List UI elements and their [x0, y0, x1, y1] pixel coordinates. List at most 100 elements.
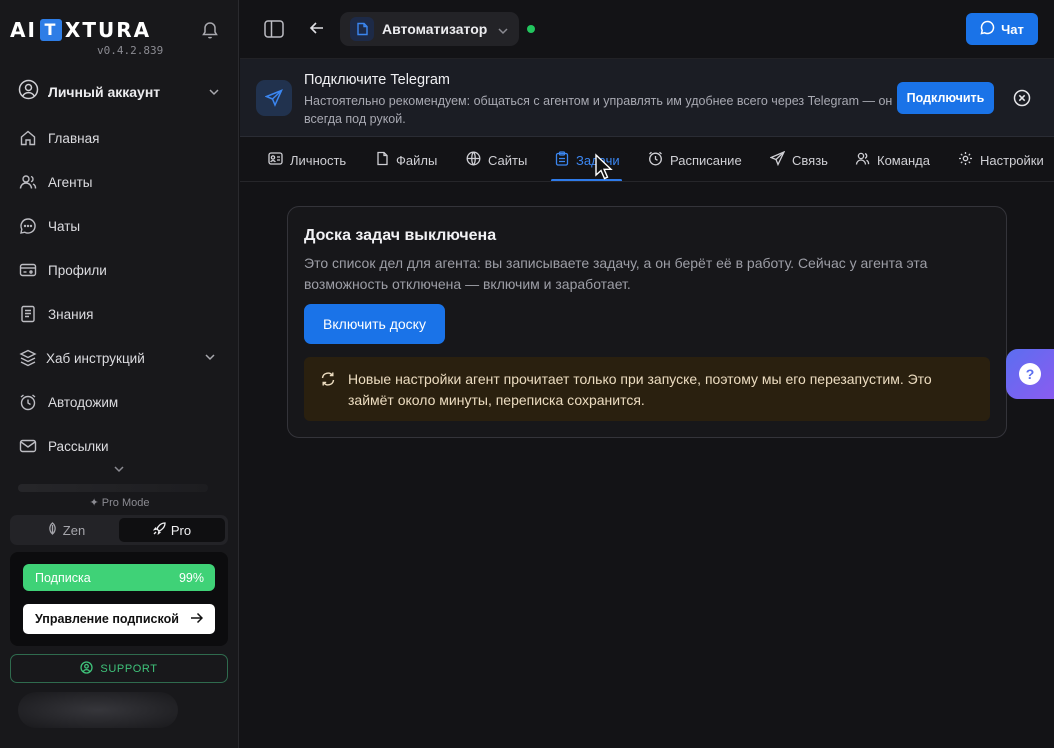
sidebar-item-knowledge[interactable]: Знания	[18, 302, 224, 326]
tab-label: Связь	[792, 152, 828, 168]
app-version: v0.4.2.839	[97, 44, 164, 57]
pro-mode-caption: ✦ Pro Mode	[0, 496, 239, 509]
persona-icon	[268, 152, 283, 168]
alarm-clock-icon	[18, 392, 38, 412]
chevron-down-icon	[497, 24, 509, 42]
scroll-down-chevron-icon[interactable]	[113, 462, 125, 480]
telegram-send-icon	[256, 80, 292, 116]
user-circle-icon	[18, 79, 39, 105]
tab-label: Файлы	[396, 152, 438, 168]
back-arrow-icon[interactable]	[309, 20, 325, 41]
sidebar-item-chats[interactable]: Чаты	[18, 214, 224, 238]
logo-text-right: XTURA	[64, 18, 152, 42]
sidebar-item-agents[interactable]: Агенты	[18, 170, 224, 194]
tab-schedule[interactable]: Расписание	[648, 149, 742, 171]
online-status-dot	[527, 25, 535, 33]
chat-bubble-icon	[980, 20, 995, 38]
account-selector[interactable]: Личный аккаунт	[18, 79, 224, 105]
subscription-card: Подписка 99% Управление подпиской	[10, 552, 228, 646]
sidebar-item-label: Агенты	[48, 174, 93, 190]
sidebar-item-label: Профили	[48, 262, 107, 278]
mouse-cursor-icon	[594, 153, 614, 186]
sidebar-item-label: Автодожим	[48, 394, 119, 410]
manage-subscription-label: Управление подпиской	[35, 612, 179, 626]
logo-t-box: T	[39, 19, 62, 41]
rocket-icon: ✦	[89, 497, 99, 509]
mode-pro-label: Pro	[170, 522, 192, 538]
chat-button[interactable]: Чат	[966, 13, 1038, 45]
support-button[interactable]: SUPPORT	[10, 654, 228, 683]
agent-file-icon	[350, 17, 374, 41]
mode-zen-label: Zen	[62, 522, 86, 538]
clock-icon	[648, 151, 663, 169]
tab-personality[interactable]: Личность	[268, 149, 346, 171]
mail-icon	[18, 436, 38, 456]
subscription-progress: Подписка 99%	[23, 564, 215, 591]
mode-pro-button[interactable]: Pro	[119, 518, 225, 542]
task-board-disabled-card: Доска задач выключена Это список дел для…	[287, 206, 1007, 438]
telegram-banner: Подключите Telegram Настоятельно рекомен…	[240, 59, 1054, 137]
pro-mode-label: Pro Mode	[101, 497, 150, 509]
tab-team[interactable]: Команда	[855, 149, 930, 171]
mode-zen-button[interactable]: Zen	[13, 518, 119, 542]
help-button[interactable]: ?	[1006, 349, 1054, 399]
topbar: Автоматизатор Чат	[240, 0, 1054, 59]
tab-label: Личность	[290, 152, 347, 168]
sidebar-item-profiles[interactable]: Профили	[18, 258, 224, 282]
tab-label: Настройки	[980, 152, 1044, 168]
support-label: SUPPORT	[100, 662, 158, 675]
sidebar-item-instructions-hub[interactable]: Хаб инструкций	[18, 346, 224, 370]
restart-notice-text: Новые настройки агент прочитает только п…	[348, 371, 932, 408]
tab-label: Команда	[877, 152, 930, 168]
support-icon	[80, 660, 94, 677]
agent-tabs: Личность Файлы Сайты Задачи Расписание С…	[240, 137, 1054, 182]
agent-name: Автоматизатор	[382, 21, 488, 37]
sidebar: AI T XTURA v0.4.2.839 Личный аккаунт Главн…	[0, 0, 239, 748]
restart-notice: Новые настройки агент прочитает только п…	[304, 357, 990, 421]
tab-settings[interactable]: Настройки	[958, 149, 1044, 171]
chevron-down-icon	[204, 351, 216, 366]
sidebar-item-label: Хаб инструкций	[46, 350, 145, 366]
sidebar-item-autofollowup[interactable]: Автодожим	[18, 390, 224, 414]
arrow-right-icon	[190, 612, 204, 627]
blurred-user-info[interactable]	[18, 692, 178, 728]
manage-subscription-button[interactable]: Управление подпиской	[23, 604, 215, 634]
tab-sites[interactable]: Сайты	[466, 149, 527, 171]
card-description: Это список дел для агента: вы записывает…	[304, 255, 928, 292]
account-label: Личный аккаунт	[48, 84, 161, 100]
sidebar-item-mailings[interactable]: Рассылки	[18, 434, 224, 458]
tab-label: Расписание	[670, 152, 742, 168]
chat-bubble-icon	[18, 216, 38, 236]
logo[interactable]: AI T XTURA	[10, 18, 151, 42]
connect-telegram-button[interactable]: Подключить	[897, 82, 994, 114]
chat-button-label: Чат	[1001, 21, 1024, 37]
app-root: AI T XTURA v0.4.2.839 Личный аккаунт Главн…	[0, 0, 1054, 748]
chevron-down-icon	[208, 85, 220, 103]
question-mark-icon: ?	[1019, 363, 1041, 385]
tab-connection[interactable]: Связь	[769, 149, 828, 171]
sidebar-item-label: Главная	[48, 130, 100, 146]
sidebar-item-home[interactable]: Главная	[18, 126, 224, 150]
tab-files[interactable]: Файлы	[376, 149, 437, 171]
clipboard-icon	[555, 151, 569, 169]
rocket-icon	[152, 522, 166, 538]
bell-icon[interactable]	[200, 20, 220, 40]
banner-title: Подключите Telegram	[304, 72, 451, 88]
banner-text: Настоятельно рекомендуем: общаться с аге…	[304, 94, 893, 126]
close-icon[interactable]	[1013, 89, 1031, 112]
team-icon	[855, 151, 870, 169]
subscription-percent: 99%	[178, 570, 204, 585]
gear-icon	[958, 151, 973, 169]
home-icon	[18, 128, 38, 148]
sidebar-item-label: Рассылки	[48, 438, 109, 454]
faded-nav-overflow	[18, 484, 208, 492]
globe-icon	[466, 151, 481, 169]
agent-selector[interactable]: Автоматизатор	[340, 12, 519, 46]
subscription-label: Подписка	[35, 570, 91, 585]
sidebar-item-label: Чаты	[48, 218, 81, 234]
sidebar-toggle-icon[interactable]	[264, 20, 284, 43]
tab-label: Сайты	[488, 152, 528, 168]
users-icon	[18, 172, 38, 192]
enable-board-button[interactable]: Включить доску	[304, 304, 445, 344]
logo-text-left: AI	[10, 18, 37, 42]
